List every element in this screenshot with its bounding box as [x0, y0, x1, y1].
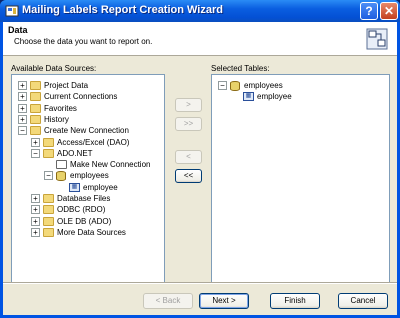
collapse-icon[interactable]: − — [18, 126, 27, 136]
tree-item[interactable]: − employees — [212, 80, 389, 91]
page-subtitle: Choose the data you want to report on. — [14, 37, 153, 46]
tree-item-label: OLE DB (ADO) — [57, 216, 112, 226]
wizard-header: Data Choose the data you want to report … — [3, 22, 397, 56]
add-all-button[interactable]: >> — [175, 117, 202, 131]
available-sources-label: Available Data Sources: — [11, 64, 97, 73]
folder-icon — [30, 81, 41, 90]
cancel-button[interactable]: Cancel — [338, 293, 388, 309]
folder-icon — [43, 227, 54, 237]
table-icon: ▦ — [69, 182, 80, 192]
tree-item[interactable]: − ADO.NET — [12, 148, 164, 159]
tree-item-label: ODBC (RDO) — [57, 205, 106, 215]
back-button[interactable]: < Back — [143, 293, 193, 309]
expand-icon[interactable]: + — [31, 205, 40, 215]
folder-icon — [43, 148, 54, 158]
footer-separator — [3, 282, 397, 284]
tree-item-label: employees — [70, 171, 109, 181]
folder-icon — [30, 92, 41, 102]
folder-icon — [30, 126, 41, 136]
add-one-button[interactable]: > — [175, 98, 202, 112]
selected-tables-tree[interactable]: − employees ▦ employee — [211, 74, 390, 283]
tree-item[interactable]: + More Data Sources — [12, 227, 164, 238]
wizard-window: Mailing Labels Report Creation Wizard ? … — [0, 0, 400, 318]
tree-item-label: employee — [83, 182, 118, 192]
remove-one-button[interactable]: < — [175, 150, 202, 164]
available-sources-tree[interactable]: + Project Data + Current Connections + Favori… — [11, 74, 165, 283]
collapse-icon[interactable]: − — [31, 148, 40, 158]
tree-item-label: employee — [257, 92, 292, 102]
expand-icon[interactable]: + — [31, 137, 40, 147]
title-bar[interactable]: Mailing Labels Report Creation Wizard ? … — [0, 0, 400, 22]
tree-item[interactable]: ▦ employee — [12, 182, 164, 193]
tree-item-label: Make New Connection — [70, 160, 151, 170]
table-icon: ▦ — [243, 92, 254, 102]
tree-item-label: Access/Excel (DAO) — [57, 137, 130, 147]
tree-item[interactable]: + Project Data — [12, 80, 164, 91]
app-icon — [5, 5, 19, 17]
wizard-body: Data Choose the data you want to report … — [3, 22, 397, 315]
expand-icon[interactable]: + — [18, 114, 27, 124]
expand-icon[interactable]: + — [31, 216, 40, 226]
tree-item-label: History — [44, 114, 69, 124]
tree-item-label: Create New Connection — [44, 126, 129, 136]
tree-item[interactable]: + Access/Excel (DAO) — [12, 137, 164, 148]
tree-item[interactable]: + Favorites — [12, 103, 164, 114]
tree-item[interactable]: ▦ employee — [212, 91, 389, 102]
folder-icon — [43, 216, 54, 226]
expand-icon[interactable]: + — [31, 227, 40, 237]
tree-item-label: ADO.NET — [57, 148, 93, 158]
tree-item-label: Database Files — [57, 194, 111, 203]
tree-item[interactable]: + Current Connections — [12, 91, 164, 102]
tree-item-label: Favorites — [44, 103, 77, 113]
tree-item[interactable]: Make New Connection — [12, 159, 164, 170]
tree-item[interactable]: + ODBC (RDO) — [12, 204, 164, 215]
expand-icon[interactable]: + — [18, 103, 27, 113]
data-tables-icon — [366, 28, 388, 50]
window-title: Mailing Labels Report Creation Wizard — [22, 4, 223, 16]
page-title: Data — [8, 25, 28, 35]
expand-icon[interactable]: + — [31, 194, 40, 203]
tree-item-label: More Data Sources — [57, 227, 126, 237]
wand-icon — [56, 160, 67, 170]
tree-item-label: Current Connections — [44, 92, 118, 102]
tree-item[interactable]: + History — [12, 114, 164, 125]
tree-item[interactable]: − Create New Connection — [12, 125, 164, 136]
help-button[interactable]: ? — [360, 2, 378, 20]
tree-item[interactable]: − employees — [12, 170, 164, 182]
tree-item-label: Project Data — [44, 81, 89, 90]
next-button[interactable]: Next > — [199, 293, 249, 309]
folder-icon — [43, 137, 54, 147]
tree-item-label: employees — [244, 81, 283, 90]
folder-icon — [30, 103, 41, 113]
remove-all-button[interactable]: << — [175, 169, 202, 183]
tree-item[interactable]: + Database Files — [12, 193, 164, 204]
folder-icon — [43, 205, 54, 215]
folder-icon — [43, 194, 54, 203]
close-button[interactable]: ✕ — [380, 2, 398, 20]
collapse-icon[interactable]: − — [218, 81, 227, 90]
database-icon — [56, 171, 66, 182]
finish-button[interactable]: Finish — [270, 293, 320, 309]
folder-icon — [30, 114, 41, 124]
tree-item[interactable]: + OLE DB (ADO) — [12, 216, 164, 227]
selected-tables-label: Selected Tables: — [211, 64, 270, 73]
expand-icon[interactable]: + — [18, 92, 27, 102]
database-icon — [230, 81, 240, 91]
collapse-icon[interactable]: − — [44, 171, 53, 181]
expand-icon[interactable]: + — [18, 81, 27, 90]
